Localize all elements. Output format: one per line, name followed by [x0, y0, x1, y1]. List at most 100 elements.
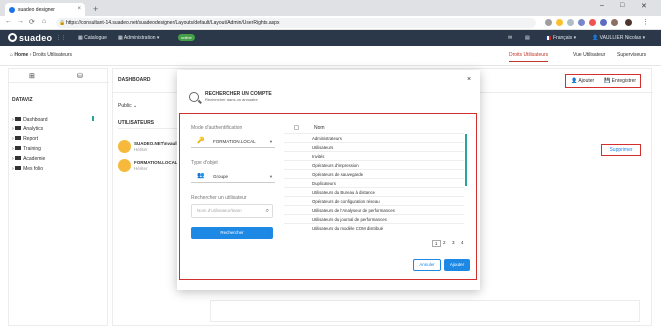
grid-view-icon[interactable]: ⊞	[29, 72, 35, 80]
utilisateurs-title: UTILISATEURS	[118, 120, 155, 126]
lock-icon: 🔒	[59, 20, 66, 26]
user-name: FORMATION.LOCAL\...	[134, 160, 183, 165]
extension-icon[interactable]	[611, 19, 618, 26]
tab-vue-utilisateur[interactable]: Vue Utilisateur	[573, 52, 605, 58]
chevron-down-icon: ▼	[269, 174, 273, 179]
list-item[interactable]: Utilisateurs	[284, 142, 464, 151]
extension-icon[interactable]	[589, 19, 596, 26]
folder-icon	[15, 156, 22, 160]
list-item[interactable]: Duplicateurs	[284, 178, 464, 187]
ajouter-label: Ajouter	[578, 78, 595, 84]
list-item[interactable]: Administrateurs	[284, 133, 464, 142]
minimize-icon[interactable]: –	[600, 2, 604, 9]
search-user-input[interactable]: Nom d'utilisateur/team ⌕	[191, 204, 273, 218]
enregistrer-button[interactable]: 💾 Enregistrer	[604, 78, 636, 84]
object-type-select[interactable]: 👥 Groupe ▼	[191, 170, 275, 183]
app-logo[interactable]: suadeo	[8, 33, 52, 43]
cancel-button[interactable]: Annuler	[413, 259, 441, 271]
new-tab-button[interactable]: +	[93, 4, 98, 14]
list-item[interactable]: Opérateurs d'impression	[284, 160, 464, 169]
close-icon[interactable]: ×	[467, 76, 471, 83]
tab-superviseurs[interactable]: Superviseurs	[617, 52, 646, 58]
database-icon[interactable]: ⛁	[77, 72, 83, 80]
extension-icon[interactable]	[578, 19, 585, 26]
search-icon[interactable]: ⌕	[266, 205, 269, 217]
browser-menu-icon[interactable]: ⋮	[642, 18, 649, 26]
list-item[interactable]: Utilisateurs de l'Analyseur de performan…	[284, 205, 464, 214]
url-text: https://consultant-14.suadeo.net/suadeod…	[66, 20, 280, 26]
enregistrer-label: Enregistrer	[611, 78, 637, 84]
bookmark-star-icon[interactable]	[556, 19, 563, 26]
object-type-value: Groupe	[213, 174, 229, 179]
list-item[interactable]: Invités	[284, 151, 464, 160]
list-item[interactable]: Utilisateurs du journal de performances	[284, 214, 464, 223]
sidebar-item-label: Mes folio	[23, 166, 44, 172]
close-tab-icon[interactable]: ×	[77, 6, 81, 12]
sidebar: ⊞ ⛁	[8, 68, 109, 326]
close-window-icon[interactable]: ✕	[641, 2, 647, 10]
sidebar-item-training[interactable]: › Training	[12, 146, 41, 152]
mail-icon[interactable]: ✉	[508, 35, 512, 41]
extension-icon[interactable]	[567, 19, 574, 26]
sidebar-item-mes-folio[interactable]: › Mes folio	[12, 166, 43, 172]
list-item[interactable]: Opérateurs de sauvegarde	[284, 169, 464, 178]
public-field[interactable]: Public ⌄	[118, 103, 137, 109]
folder-icon	[15, 136, 22, 140]
home-crumb-icon[interactable]: ⌂	[10, 52, 13, 58]
browser-tab[interactable]: suadeo designer ×	[5, 3, 85, 16]
page-2[interactable]: 2	[443, 240, 446, 245]
user-status: Hériter	[134, 166, 148, 171]
page-4[interactable]: 4	[461, 240, 464, 245]
folder-icon	[15, 126, 22, 130]
reload-icon[interactable]: ⟳	[29, 18, 35, 26]
list-item[interactable]: Opérateurs de configuration réseau	[284, 196, 464, 205]
extension-icon[interactable]	[545, 19, 552, 26]
breadcrumb-home[interactable]: Home	[14, 52, 28, 58]
list-item[interactable]: Utilisateurs du Bureau à distance	[284, 187, 464, 196]
sidebar-item-academie[interactable]: › Academie	[12, 156, 45, 162]
sidebar-title: DATAVIZ	[12, 97, 33, 103]
modal-subtitle: Rechercher dans un annuaire	[205, 97, 258, 102]
sidebar-item-dashboard[interactable]: › Dashboard	[12, 117, 48, 123]
back-icon[interactable]: ←	[5, 18, 12, 25]
list-scrollbar[interactable]	[465, 134, 467, 186]
dashboard-title: DASHBOARD	[118, 77, 151, 83]
apps-grid-icon[interactable]: ⋮⋮	[56, 35, 66, 41]
sidebar-item-report[interactable]: › Report	[12, 136, 38, 142]
page-1[interactable]: 1	[432, 240, 441, 247]
layout-icon[interactable]: ▤	[525, 35, 530, 41]
sidebar-item-label: Report	[23, 136, 39, 142]
select-all-checkbox[interactable]	[294, 125, 299, 130]
flag-icon	[545, 36, 551, 40]
maximize-icon[interactable]: □	[620, 2, 624, 9]
auth-mode-select[interactable]: 🔑 FORMATION.LOCAL ▼	[191, 135, 275, 148]
url-field[interactable]: 🔒 https://consultant-14.suadeo.net/suade…	[56, 18, 536, 28]
extension-icon[interactable]	[600, 19, 607, 26]
language-menu[interactable]: Français ▾	[545, 35, 576, 41]
add-button[interactable]: Ajouter	[444, 259, 470, 271]
breadcrumb-current: Droits Utilisateurs	[32, 52, 72, 58]
breadcrumb-separator: ›	[29, 52, 32, 58]
home-icon[interactable]: ⌂	[42, 18, 46, 25]
forward-icon[interactable]: →	[17, 18, 24, 25]
user-avatar-icon	[118, 140, 131, 153]
folder-icon	[15, 146, 22, 150]
administration-menu[interactable]: ▦ Administration ▾	[118, 35, 159, 41]
key-icon: 🔑	[197, 138, 205, 144]
supprimer-button[interactable]: Supprimer	[601, 144, 641, 156]
list-item[interactable]: Utilisateurs du modèle COM distribué	[284, 223, 464, 232]
actions-toolbar: 👤 Ajouter 💾 Enregistrer	[565, 74, 641, 88]
language-label: Français	[553, 35, 573, 41]
list-header: Nom	[284, 123, 468, 133]
search-placeholder: Nom d'utilisateur/team	[197, 208, 242, 213]
sidebar-item-analytics[interactable]: › Analytics	[12, 126, 43, 132]
ajouter-button[interactable]: 👤 Ajouter	[571, 78, 594, 84]
page-3[interactable]: 3	[452, 240, 455, 245]
user-menu[interactable]: 👤 VAULLIER Nicolas ▾	[592, 35, 645, 41]
tab-droits-utilisateurs[interactable]: Droits Utilisateurs	[509, 52, 549, 62]
profile-avatar[interactable]	[625, 19, 632, 26]
rechercher-button[interactable]: Rechercher	[191, 227, 273, 239]
catalogue-menu[interactable]: ▦ Catalogue	[78, 35, 107, 41]
group-icon: 👥	[197, 173, 205, 179]
chevron-down-icon: ▼	[269, 139, 273, 144]
